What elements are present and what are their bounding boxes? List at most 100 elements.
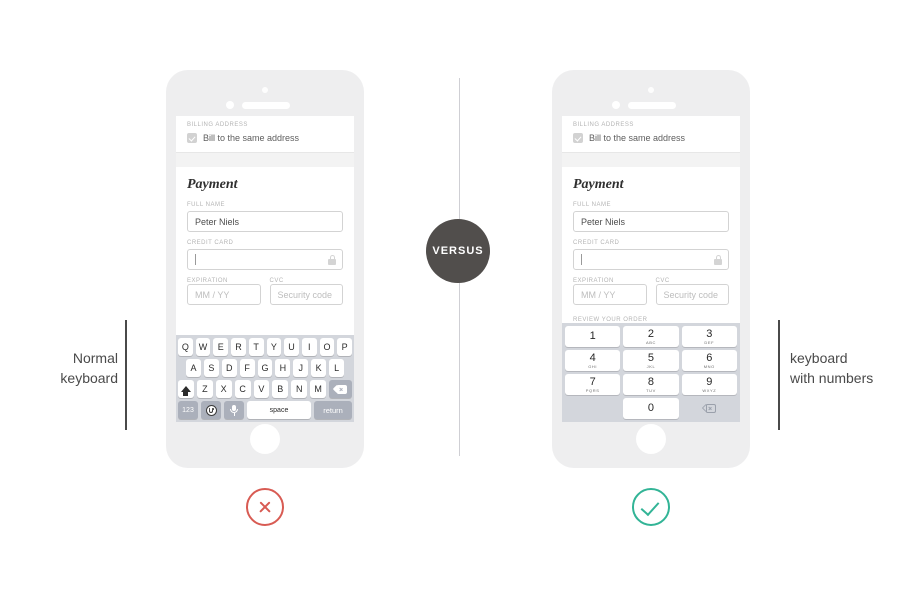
key-u[interactable]: U (284, 338, 299, 356)
microphone-icon (230, 404, 239, 416)
verdict-correct-icon (632, 488, 670, 526)
right-caption-line-1: keyboard (790, 350, 848, 366)
phone-sensor-icon (226, 101, 234, 109)
key-v[interactable]: V (253, 380, 270, 398)
key-j[interactable]: J (293, 359, 309, 377)
key-k[interactable]: K (311, 359, 327, 377)
keypad-digit: 7 (589, 375, 596, 388)
key-b[interactable]: B (272, 380, 289, 398)
expiration-input[interactable]: MM / YY (187, 284, 261, 305)
comparison-stage: BILLING ADDRESS Bill to the same address… (0, 0, 900, 600)
key-w[interactable]: W (195, 338, 211, 356)
section-gap (562, 153, 740, 167)
key-i[interactable]: I (301, 338, 317, 356)
shift-key[interactable] (178, 380, 194, 398)
credit-card-input[interactable] (573, 249, 729, 270)
backspace-key[interactable] (329, 380, 353, 398)
full-name-field-group: FULL NAME Peter Niels (187, 202, 343, 232)
key-t[interactable]: T (248, 338, 264, 356)
right-caption-line-2: with numbers (790, 370, 874, 387)
key-o[interactable]: O (319, 338, 335, 356)
payment-section: Payment FULL NAME Peter Niels CREDIT CAR… (176, 167, 354, 313)
full-name-input[interactable]: Peter Niels (573, 211, 729, 232)
phone-home-button[interactable] (636, 424, 666, 454)
billing-address-label: BILLING ADDRESS (573, 122, 634, 128)
keyboard-row-1: Q W E R T Y U I O P (177, 338, 353, 356)
key-l[interactable]: L (329, 359, 345, 377)
key-s[interactable]: S (203, 359, 219, 377)
key-y[interactable]: Y (266, 338, 282, 356)
key-f[interactable]: F (239, 359, 255, 377)
phone-mockup-right: BILLING ADDRESS Bill to the same address… (552, 70, 750, 468)
key-d[interactable]: D (221, 359, 237, 377)
bill-same-address-label: Bill to the same address (589, 133, 686, 143)
key-r[interactable]: R (231, 338, 246, 356)
key-m[interactable]: M (310, 380, 326, 398)
expiration-field-group: EXPIRATION MM / YY (187, 278, 261, 305)
keypad-digit: 0 (647, 402, 655, 414)
cvc-placeholder: Security code (663, 289, 719, 300)
key-q[interactable]: Q (177, 338, 193, 356)
keypad-key-6[interactable]: 6 MNO (681, 350, 737, 371)
bill-same-address-checkbox-row[interactable]: Bill to the same address (573, 133, 729, 143)
credit-card-field-group: CREDIT CARD (573, 240, 729, 270)
keypad-key-3[interactable]: 3 DEF (681, 326, 737, 347)
cvc-input[interactable]: Security code (655, 284, 729, 305)
credit-card-input[interactable] (187, 249, 343, 270)
keypad-key-1[interactable]: 1 (565, 326, 621, 347)
keyboard-row-4: 123 space return (178, 401, 352, 419)
return-key[interactable]: return (314, 401, 352, 419)
keypad-letters: MNO (703, 363, 715, 369)
bill-same-address-checkbox-row[interactable]: Bill to the same address (187, 133, 343, 143)
dictation-key[interactable] (224, 401, 244, 419)
numeric-keypad[interactable]: 1 2 ABC 3 DEF 4 GHI 5 JKL 6 MNO 7 PQRS 8… (562, 323, 740, 422)
keypad-backspace-key[interactable] (682, 398, 737, 419)
left-caption-line-1: Normal (72, 350, 118, 366)
keyboard-row-3: Z X C V B N M (178, 380, 353, 398)
phone-speaker-icon (628, 102, 676, 109)
checkbox-checked-icon[interactable] (573, 133, 583, 143)
bill-same-address-label: Bill to the same address (203, 133, 300, 143)
emoji-key[interactable] (201, 401, 221, 419)
key-c[interactable]: C (234, 380, 251, 398)
credit-card-label: CREDIT CARD (187, 240, 234, 246)
review-order-section: REVIEW YOUR ORDER (562, 313, 740, 323)
expiration-cvc-row: EXPIRATION MM / YY CVC Security code (573, 278, 729, 305)
left-caption: Normal keyboard (0, 348, 118, 389)
cvc-placeholder: Security code (277, 289, 333, 300)
full-name-input[interactable]: Peter Niels (187, 211, 343, 232)
keypad-key-2[interactable]: 2 ABC (623, 326, 679, 347)
keypad-key-0[interactable]: 0 (623, 398, 679, 419)
keypad-key-8[interactable]: 8 TUV (623, 374, 679, 395)
qwerty-keyboard[interactable]: Q W E R T Y U I O P A S D F G H J K L Z … (176, 335, 354, 422)
key-n[interactable]: N (291, 380, 308, 398)
expiration-input[interactable]: MM / YY (573, 284, 647, 305)
full-name-label: FULL NAME (187, 202, 225, 208)
expiration-placeholder: MM / YY (581, 289, 616, 300)
numeric-mode-key[interactable]: 123 (178, 401, 198, 419)
space-key[interactable]: space (247, 401, 311, 419)
keypad-key-9[interactable]: 9 WXYZ (681, 374, 737, 395)
key-g[interactable]: G (257, 359, 273, 377)
expiration-placeholder: MM / YY (195, 289, 230, 300)
key-e[interactable]: E (213, 338, 229, 356)
keypad-key-5[interactable]: 5 JKL (623, 350, 679, 371)
keypad-digit: 8 (647, 375, 655, 388)
cvc-input[interactable]: Security code (269, 284, 343, 305)
key-z[interactable]: Z (196, 380, 213, 398)
payment-section: Payment FULL NAME Peter Niels CREDIT CAR… (562, 167, 740, 313)
right-caption: keyboard with numbers (790, 348, 900, 389)
phone-home-button[interactable] (250, 424, 280, 454)
versus-badge: VERSUS (426, 219, 490, 283)
keypad-key-7[interactable]: 7 PQRS (565, 374, 621, 395)
key-h[interactable]: H (275, 359, 291, 377)
full-name-value: Peter Niels (195, 216, 240, 227)
full-name-label: FULL NAME (573, 202, 611, 208)
key-x[interactable]: X (215, 380, 232, 398)
checkbox-checked-icon[interactable] (187, 133, 197, 143)
key-a[interactable]: A (186, 359, 201, 377)
text-cursor (195, 254, 196, 265)
left-caption-rule (125, 320, 127, 430)
keypad-key-4[interactable]: 4 GHI (565, 350, 621, 371)
key-p[interactable]: P (337, 338, 353, 356)
